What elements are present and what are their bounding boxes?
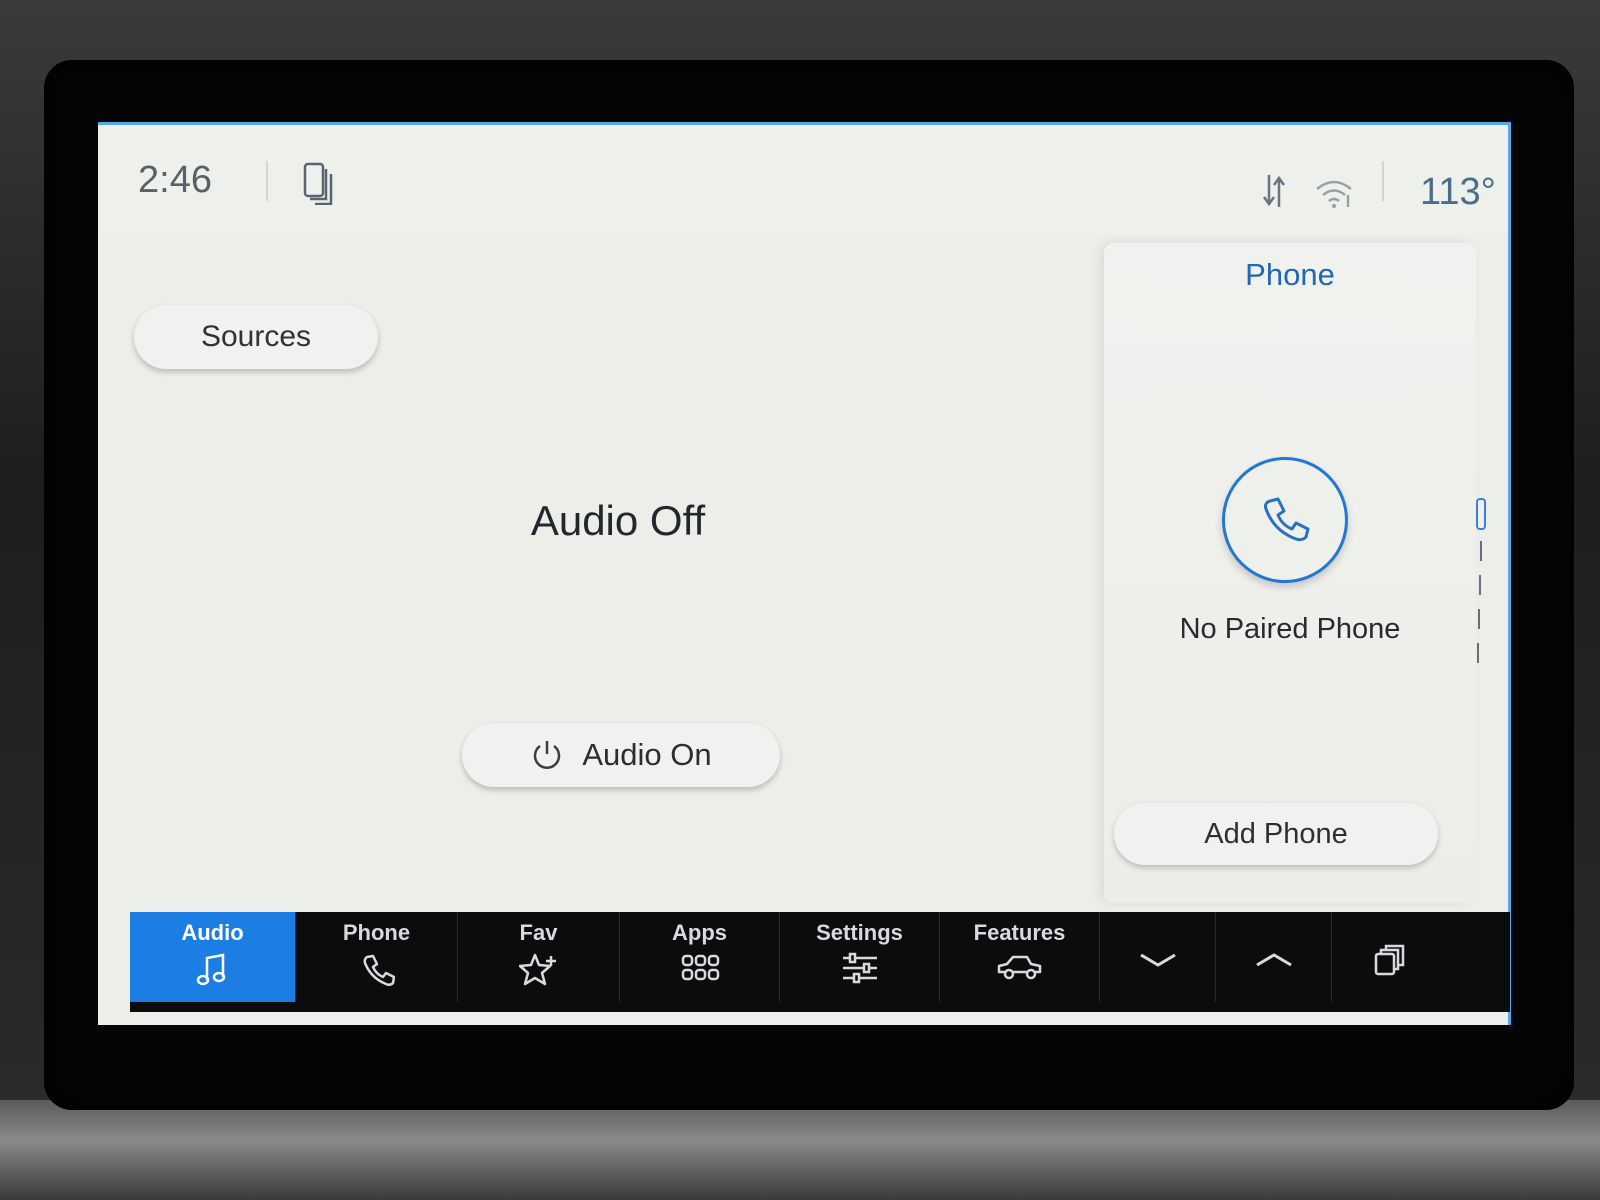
data-transfer-icon	[1262, 175, 1286, 207]
phone-card[interactable]: Phone No Paired Phone Add Phone	[1104, 243, 1476, 903]
clock: 2:46	[138, 159, 212, 201]
nav-settings[interactable]: Settings	[780, 912, 940, 1002]
nav-phone[interactable]: Phone	[296, 912, 458, 1002]
nav-fav[interactable]: Fav	[458, 912, 620, 1002]
outside-temperature: 113°	[1420, 171, 1496, 213]
audio-state-text: Audio Off	[530, 497, 706, 544]
nav-apps[interactable]: Apps	[620, 912, 780, 1002]
app-switcher-button[interactable]	[1332, 912, 1448, 1002]
chevron-down-icon	[1139, 953, 1176, 967]
app-grid-icon	[681, 954, 719, 981]
nav-features-label: Features	[973, 920, 1066, 945]
dashboard-trim	[0, 1100, 1600, 1200]
star-plus-icon	[518, 953, 556, 986]
nav-features[interactable]: Features	[940, 912, 1100, 1002]
phone-projection-icon[interactable]	[302, 161, 336, 205]
car-icon	[997, 955, 1041, 980]
status-divider	[266, 161, 268, 201]
music-note-icon	[196, 953, 225, 986]
nav-apps-label: Apps	[672, 920, 727, 945]
sources-button[interactable]: Sources	[134, 305, 378, 369]
chevron-up-icon	[1255, 953, 1292, 967]
nav-fav-label: Fav	[519, 920, 558, 945]
status-divider	[1382, 161, 1384, 201]
audio-on-button[interactable]: Audio On	[462, 723, 780, 787]
nav-phone-label: Phone	[342, 920, 411, 945]
phone-icon	[1264, 497, 1310, 542]
scroll-up-button[interactable]	[1216, 912, 1332, 1002]
add-phone-button[interactable]: Add Phone	[1114, 803, 1438, 865]
scroll-down-button[interactable]	[1100, 912, 1216, 1002]
phone-status-text: No Paired Phone	[1179, 613, 1401, 645]
sliders-icon	[842, 952, 877, 984]
phone-call-button[interactable]	[1222, 457, 1348, 583]
power-icon	[534, 741, 561, 769]
bottom-nav-bar: Audio Phone Fav Apps Settings Features	[130, 912, 1510, 1012]
page-indicator[interactable]	[1472, 495, 1492, 675]
windows-stack-icon	[1374, 944, 1405, 976]
audio-panel: Sources Audio Off Audio On	[128, 235, 1131, 895]
nav-audio-label: Audio	[181, 920, 244, 945]
status-bar: 2:46 113°	[98, 125, 1508, 235]
infotainment-screen: 2:46 113° Sources Audio Off Audio On Pho…	[98, 122, 1511, 1025]
audio-on-label: Audio On	[582, 737, 712, 772]
wifi-icon	[1316, 180, 1352, 208]
nav-audio[interactable]: Audio	[130, 912, 296, 1002]
phone-icon	[363, 954, 395, 987]
phone-card-title: Phone	[1245, 257, 1335, 292]
nav-settings-label: Settings	[816, 920, 903, 945]
